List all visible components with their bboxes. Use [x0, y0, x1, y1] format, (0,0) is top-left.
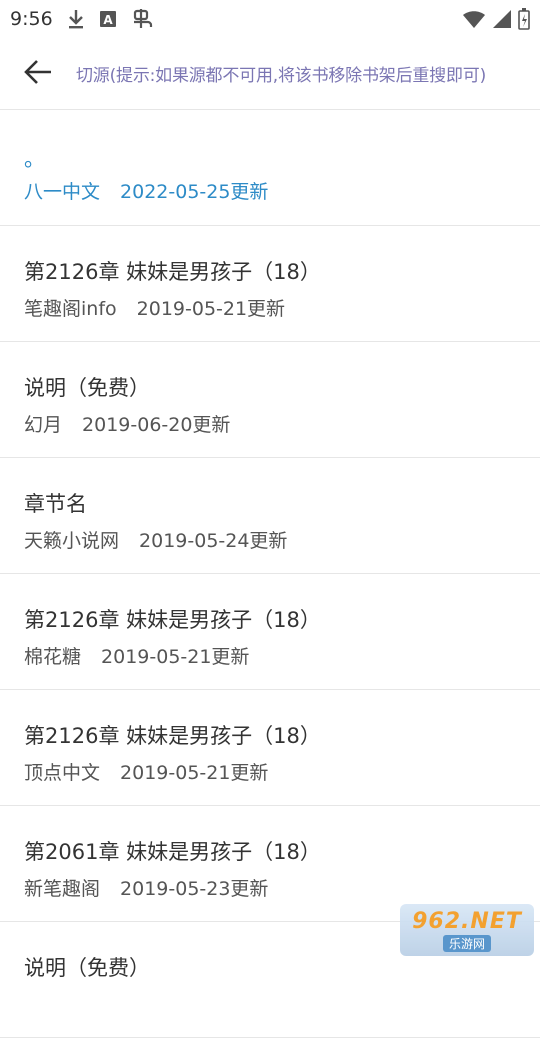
arrow-left-icon	[23, 59, 53, 89]
source-item[interactable]: 。 八一中文 2022-05-25更新	[0, 111, 540, 226]
font-icon: A	[99, 10, 117, 28]
chapter-name: 。	[24, 147, 45, 171]
page-title: 切源(提示:如果源都不可用,将该书移除书架后重搜即可)	[76, 66, 486, 86]
download-icon	[67, 9, 85, 29]
battery-icon	[518, 8, 530, 30]
site-name: 笔趣阁info	[24, 298, 117, 320]
update-date: 2019-05-23更新	[120, 878, 269, 900]
signal-icon	[492, 9, 512, 29]
update-date: 2019-05-21更新	[101, 646, 250, 668]
back-button[interactable]	[0, 38, 76, 110]
source-list: 。 八一中文 2022-05-25更新 第2126章 妹妹是男孩子（18） 笔趣阁…	[0, 111, 540, 1038]
source-item[interactable]: 第2126章 妹妹是男孩子（18） 笔趣阁info 2019-05-21更新	[0, 226, 540, 342]
watermark-logo: 962.NET 乐游网	[400, 904, 534, 956]
source-item[interactable]: 第2126章 妹妹是男孩子（18） 顶点中文 2019-05-21更新	[0, 690, 540, 806]
site-name: 棉花糖	[24, 646, 82, 668]
watermark-subtext: 乐游网	[442, 934, 491, 952]
site-name: 新笔趣阁	[24, 878, 101, 900]
wifi-icon	[462, 9, 486, 29]
update-date: 2022-05-25更新	[120, 181, 269, 203]
watermark-text: 962.NET	[412, 908, 522, 934]
source-item[interactable]: 第2126章 妹妹是男孩子（18） 棉花糖 2019-05-21更新	[0, 574, 540, 690]
bug-icon	[131, 8, 153, 30]
source-meta: 八一中文 2022-05-25更新	[24, 177, 268, 204]
source-meta: 新笔趣阁 2019-05-23更新	[24, 874, 268, 901]
chapter-name: 第2061章 妹妹是男孩子（18）	[24, 840, 321, 864]
source-meta: 笔趣阁info 2019-05-21更新	[24, 294, 285, 321]
app-bar: 切源(提示:如果源都不可用,将该书移除书架后重搜即可)	[0, 38, 540, 110]
source-item[interactable]: 说明（免费） 幻月 2019-06-20更新	[0, 342, 540, 458]
status-time: 9:56	[10, 8, 53, 30]
svg-text:A: A	[103, 13, 113, 27]
source-meta: 幻月 2019-06-20更新	[24, 410, 230, 437]
chapter-name: 第2126章 妹妹是男孩子（18）	[24, 260, 321, 284]
update-date: 2019-05-24更新	[139, 530, 288, 552]
site-name: 顶点中文	[24, 762, 101, 784]
source-meta: 顶点中文 2019-05-21更新	[24, 758, 268, 785]
chapter-name: 第2126章 妹妹是男孩子（18）	[24, 608, 321, 632]
update-date: 2019-06-20更新	[82, 414, 231, 436]
source-meta: 天籁小说网 2019-05-24更新	[24, 526, 287, 553]
update-date: 2019-05-21更新	[136, 298, 286, 320]
source-meta: 棉花糖 2019-05-21更新	[24, 642, 249, 669]
chapter-name: 说明（免费）	[24, 956, 150, 980]
site-name: 天籁小说网	[24, 530, 120, 552]
update-date: 2019-05-21更新	[120, 762, 269, 784]
status-bar: 9:56 A	[0, 0, 540, 38]
source-item[interactable]: 章节名 天籁小说网 2019-05-24更新	[0, 458, 540, 574]
site-name: 八一中文	[24, 181, 101, 203]
chapter-name: 章节名	[24, 492, 87, 516]
chapter-name: 第2126章 妹妹是男孩子（18）	[24, 724, 321, 748]
chapter-name: 说明（免费）	[24, 376, 150, 400]
site-name: 幻月	[24, 414, 63, 436]
